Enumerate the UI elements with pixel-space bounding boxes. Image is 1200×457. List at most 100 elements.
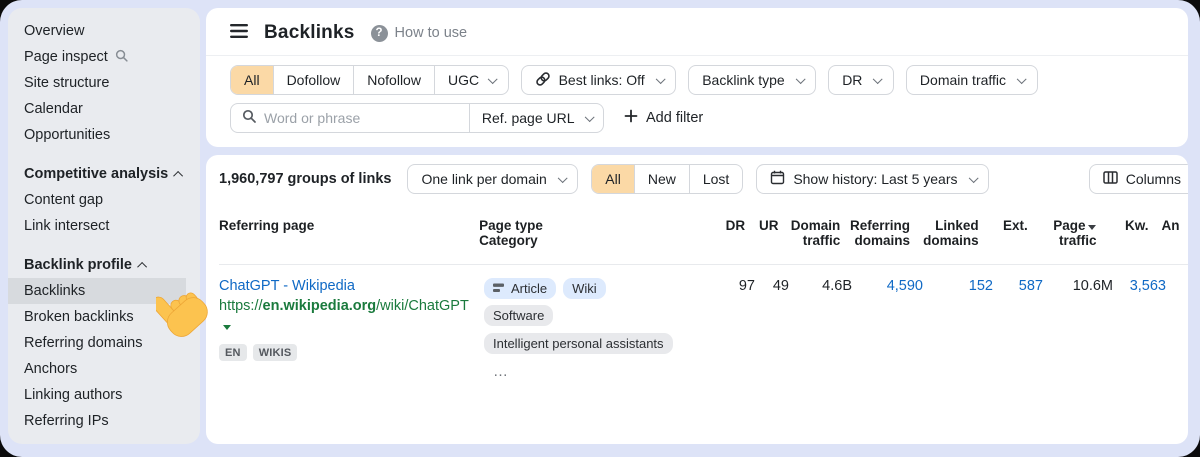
chevron-down-icon (969, 173, 978, 182)
menu-icon[interactable] (230, 24, 248, 43)
sidebar-item-page-inspect[interactable]: Page inspect (8, 44, 200, 70)
sidebar-item-label: Link intersect (24, 218, 109, 234)
sidebar-item-referring-ips[interactable]: Referring IPs (8, 408, 200, 434)
col-header-ur[interactable]: UR (745, 218, 778, 233)
history-tab-all[interactable]: All (592, 165, 634, 193)
sidebar-item-label: Linking authors (24, 387, 122, 403)
ref-page-url-label: Ref. page URL (482, 110, 575, 126)
help-icon: ? (371, 25, 388, 42)
plus-icon (624, 109, 638, 127)
dr-filter-button[interactable]: DR (828, 65, 894, 95)
sidebar-item-content-gap[interactable]: Content gap (8, 187, 200, 213)
sidebar-item-opportunities[interactable]: Opportunities (8, 122, 200, 148)
wiki-pill: Wiki (563, 278, 606, 299)
group-mode-button[interactable]: One link per domain (407, 164, 578, 194)
col-header-dr[interactable]: DR (721, 218, 746, 233)
add-filter-button[interactable]: Add filter (624, 109, 703, 127)
search-group: Ref. page URL (230, 103, 604, 133)
col-header-traffic-label: traffic (1028, 233, 1097, 248)
sidebar-item-label: Referring domains (24, 335, 142, 351)
show-history-button[interactable]: Show history: Last 5 years (756, 164, 989, 194)
table-row: ChatGPT - Wikipedia https://en.wikipedia… (219, 265, 1188, 380)
page-header: Backlinks ? How to use (206, 8, 1188, 55)
url-dropdown-icon[interactable] (223, 325, 231, 330)
columns-icon (1103, 171, 1118, 187)
sidebar-item-site-structure[interactable]: Site structure (8, 70, 200, 96)
sidebar-item-label: Anchors (24, 361, 77, 377)
ur-value: 49 (755, 278, 789, 294)
category-pills: Software Intelligent personal assistants (484, 305, 730, 354)
referring-page-cell: ChatGPT - Wikipedia https://en.wikipedia… (219, 278, 484, 361)
col-header-ext[interactable]: Ext. (979, 218, 1028, 233)
referring-page-url-link[interactable]: https://en.wikipedia.org/wiki/ChatGPT (219, 296, 471, 336)
col-header-anchor-clipped[interactable]: An (1148, 218, 1188, 233)
category-pill: Software (484, 305, 553, 326)
history-tab-lost[interactable]: Lost (689, 165, 742, 193)
dr-filter-label: DR (842, 72, 862, 88)
col-header-referring-domains[interactable]: Referring domains (840, 218, 910, 248)
domain-traffic-button[interactable]: Domain traffic (906, 65, 1038, 95)
filter-tab-nofollow[interactable]: Nofollow (353, 66, 434, 94)
page-type-category-cell: Article Wiki Software Intelligent person… (484, 278, 730, 380)
linked-domains-link[interactable]: 152 (923, 278, 993, 294)
ref-page-url-select[interactable]: Ref. page URL (469, 104, 603, 132)
col-header-domain-traffic[interactable]: Domain traffic (778, 218, 840, 248)
filter-rows: All Dofollow Nofollow UGC Best links: Of… (206, 56, 1188, 142)
expand-more-button[interactable]: … (484, 363, 730, 380)
page-traffic-value: 10.6M (1043, 278, 1113, 294)
filters-panel: Backlinks ? How to use All Dofollow Nofo… (206, 8, 1188, 147)
filter-tab-ugc[interactable]: UGC (434, 66, 508, 94)
follow-segmented-control: All Dofollow Nofollow UGC (230, 65, 509, 95)
col-header-kw[interactable]: Kw. (1096, 218, 1148, 233)
chevron-up-icon (173, 170, 183, 180)
sidebar-item-calendar[interactable]: Calendar (8, 96, 200, 122)
page-title: Backlinks (264, 22, 355, 44)
url-path: /wiki/ChatGPT (376, 298, 469, 314)
chevron-down-icon (558, 173, 567, 182)
sidebar-section-competitive-analysis[interactable]: Competitive analysis (8, 161, 200, 187)
sidebar-item-link-intersect[interactable]: Link intersect (8, 213, 200, 239)
sidebar: Overview Page inspect Site structure Cal… (8, 8, 200, 444)
wikis-badge[interactable]: WIKIS (253, 344, 298, 361)
section-header-label: Backlink profile (24, 257, 132, 273)
chevron-up-icon (137, 261, 147, 271)
columns-label: Columns (1126, 171, 1181, 187)
col-header-page-traffic[interactable]: Page traffic (1028, 218, 1097, 248)
how-to-use-link[interactable]: ? How to use (371, 25, 468, 42)
show-history-label: Show history: Last 5 years (793, 171, 957, 187)
article-pill-label: Article (511, 281, 547, 296)
article-icon (493, 281, 505, 296)
kw-link[interactable]: 3,563 (1113, 278, 1166, 294)
article-pill: Article (484, 278, 556, 299)
columns-button[interactable]: Columns (1089, 164, 1188, 194)
col-header-page-type: Page type (479, 218, 720, 233)
sidebar-item-anchors[interactable]: Anchors (8, 356, 200, 382)
sidebar-item-overview[interactable]: Overview (8, 18, 200, 44)
best-links-label: Best links: Off (559, 72, 645, 88)
col-header-linked-domains[interactable]: Linked domains (910, 218, 979, 248)
filter-tab-dofollow[interactable]: Dofollow (273, 66, 354, 94)
group-mode-label: One link per domain (421, 171, 546, 187)
col-header-page-label: Page (1053, 218, 1085, 233)
chevron-down-icon (873, 74, 882, 83)
filter-tab-all[interactable]: All (231, 66, 273, 94)
sidebar-item-label: Broken backlinks (24, 309, 134, 325)
history-tab-new[interactable]: New (634, 165, 689, 193)
ext-link[interactable]: 587 (993, 278, 1043, 294)
search-icon (115, 49, 128, 66)
url-badges: EN WIKIS (219, 344, 484, 361)
sidebar-section-backlink-profile[interactable]: Backlink profile (8, 252, 200, 278)
language-badge[interactable]: EN (219, 344, 247, 361)
backlink-type-button[interactable]: Backlink type (688, 65, 816, 95)
pointer-hand-icon (156, 288, 208, 345)
results-panel: 1,960,797 groups of links One link per d… (206, 155, 1188, 444)
sort-desc-icon (1088, 225, 1096, 230)
domain-traffic-label: Domain traffic (920, 72, 1006, 88)
referring-page-title-link[interactable]: ChatGPT - Wikipedia (219, 278, 484, 294)
sidebar-item-linking-authors[interactable]: Linking authors (8, 382, 200, 408)
search-input[interactable] (264, 110, 458, 126)
best-links-button[interactable]: Best links: Off (521, 65, 677, 95)
table-header-row: Referring page Page type Category DR UR … (219, 203, 1188, 265)
referring-domains-link[interactable]: 4,590 (852, 278, 923, 294)
backlinks-table: Referring page Page type Category DR UR … (206, 203, 1188, 380)
